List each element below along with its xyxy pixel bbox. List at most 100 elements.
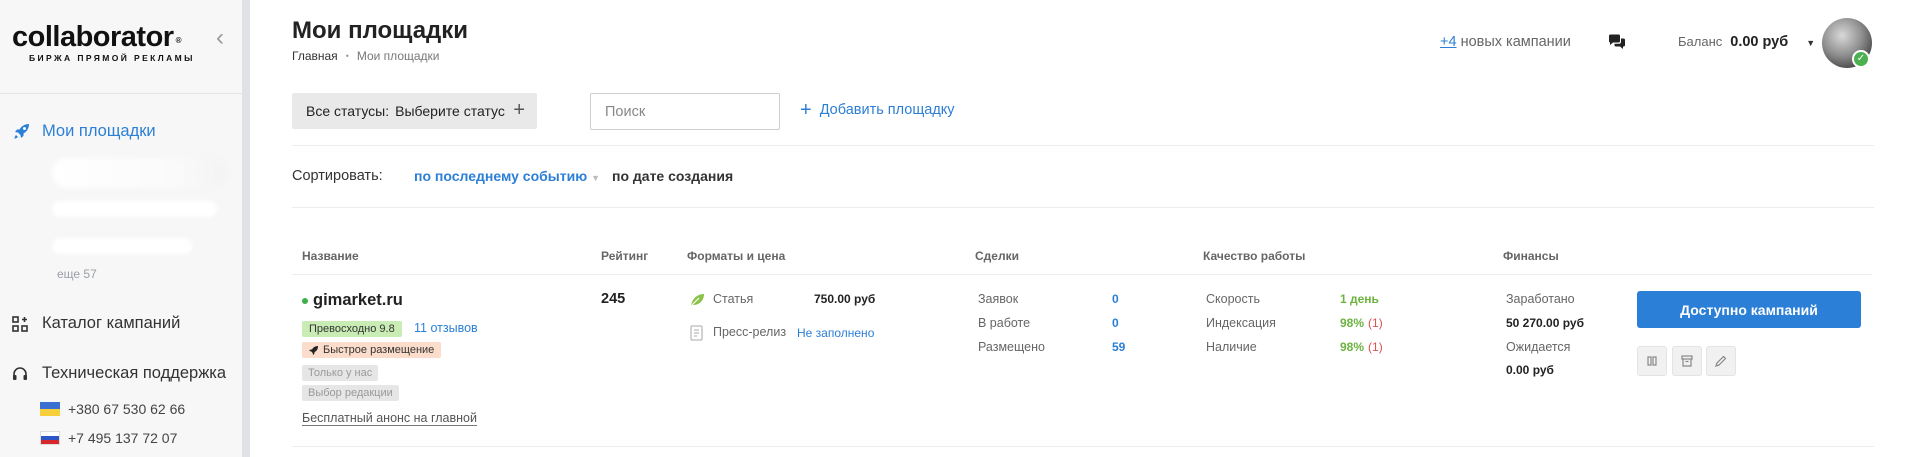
sidebar-item-support[interactable]: Техническая поддержка [12,364,226,383]
headset-icon [13,366,27,380]
logo-wordmark: collaborator [12,21,174,53]
column-header-quality: Качество работы [1203,249,1306,263]
format-label: Пресс-релиз [713,325,787,339]
caret-down-icon: ▼ [1806,38,1816,48]
new-campaigns-count: +4 [1440,34,1457,50]
ukraine-flag-icon [40,402,60,416]
quality-value: 98% (1) [1340,340,1383,354]
logo-registered-mark: ® [175,36,182,45]
sort-label: Сортировать: [292,168,383,184]
deals-value[interactable]: 0 [1112,292,1119,306]
archive-button[interactable] [1672,346,1702,376]
rocket-icon [14,124,29,139]
quality-issue-count[interactable]: (1) [1368,316,1383,330]
site-rating: 245 [601,291,626,307]
sidebar-item-my-sites[interactable]: Мои площадки [12,121,156,141]
more-sites-link[interactable]: еще 57 [57,267,97,281]
fast-placement-badge: Быстрое размещение [302,342,442,358]
format-price-empty[interactable]: Не заполнено [797,326,874,340]
sidebar-item-catalog[interactable]: Каталог кампаний [12,314,180,333]
quality-value-main: 98% [1340,316,1365,330]
available-campaigns-button[interactable]: Доступно кампаний [1637,291,1861,328]
new-campaigns-text: новых кампании [1460,34,1571,50]
logo-tagline: БИРЖА ПРЯМОЙ РЕКЛАМЫ [29,53,195,63]
pencil-icon [1715,355,1727,367]
plus-icon: + [800,99,812,121]
column-header-formats: Форматы и цена [687,249,786,263]
collapse-sidebar-button[interactable]: ‹ [216,26,234,50]
fast-placement-label: Быстрое размещение [323,344,435,356]
quality-label: Индексация [1206,316,1276,330]
chat-icon[interactable] [1608,34,1626,50]
rating-badge: Превосходно 9.8 [302,321,402,337]
add-site-button[interactable]: + Добавить площадку [800,99,955,121]
breadcrumb: Главная • Мои площадки [292,49,440,63]
quality-issue-count[interactable]: (1) [1368,340,1383,354]
sort-option-label: по последнему событию [414,168,588,184]
quality-value-main: 98% [1340,340,1365,354]
plus-icon: + [513,99,525,121]
quality-value: 98% (1) [1340,316,1383,330]
add-site-label: Добавить площадку [819,102,955,118]
format-price: 750.00 руб [814,292,876,306]
status-filter-label: Все статусы: [306,103,390,119]
divider [292,145,1874,146]
blurred-site-item [52,158,227,188]
free-announce-link[interactable]: Бесплатный анонс на главной [302,411,477,426]
blurred-site-item [52,201,217,217]
logo-text: collaborator ® [12,22,195,52]
balance-dropdown[interactable]: Баланс 0.00 руб ▼ [1678,34,1815,50]
finance-pending-label: Ожидается [1506,340,1571,354]
status-dot-icon [302,298,308,304]
editors-choice-badge: Выбор редакции [302,385,399,401]
site-name-link[interactable]: gimarket.ru [313,291,403,310]
phone-number: +380 67 530 62 66 [68,401,186,417]
exclusive-badge: Только у нас [302,365,379,381]
sidebar-item-label: Мои площадки [42,121,156,140]
new-campaigns-link[interactable]: +4 новых кампании [1440,34,1571,50]
reviews-link[interactable]: 11 отзывов [414,321,478,335]
edit-button[interactable] [1706,346,1736,376]
quality-value: 1 день [1340,292,1379,306]
divider [292,207,1874,208]
finance-earned-value: 50 270.00 руб [1506,316,1584,330]
sidebar-divider [0,93,242,94]
divider [292,274,1872,275]
deals-label: Размещено [978,340,1045,354]
balance-value: 0.00 руб [1730,34,1789,50]
sort-by-created-date[interactable]: по дате создания [612,168,733,184]
rocket-icon [309,345,318,355]
app-root: collaborator ® БИРЖА ПРЯМОЙ РЕКЛАМЫ ‹ Мои… [0,0,1906,457]
quality-label: Скорость [1206,292,1260,306]
finance-earned-label: Заработано [1506,292,1575,306]
finance-pending-value: 0.00 руб [1506,363,1554,377]
pause-button[interactable] [1637,346,1667,376]
column-header-name: Название [302,249,359,263]
sort-by-last-event[interactable]: по последнему событию ▼ [414,168,600,184]
deals-label: В работе [978,316,1031,330]
format-label: Статья [713,292,754,306]
logo[interactable]: collaborator ® БИРЖА ПРЯМОЙ РЕКЛАМЫ [12,22,195,70]
phone-ru[interactable]: +7 495 137 72 07 [40,430,177,446]
caret-down-icon: ▼ [591,173,601,183]
deals-value[interactable]: 59 [1112,340,1125,354]
leaf-article-icon [690,294,704,307]
search-input[interactable] [590,93,780,130]
column-header-deals: Сделки [975,249,1019,263]
column-header-rating: Рейтинг [601,249,649,263]
balance-label: Баланс [1678,34,1723,49]
breadcrumb-current: Мои площадки [356,49,440,63]
divider [292,446,1874,447]
deals-value[interactable]: 0 [1112,316,1119,330]
verified-check-icon: ✓ [1852,50,1870,68]
column-header-finance: Финансы [1503,249,1559,263]
pause-icon [1647,356,1657,366]
status-filter-value: Выберите статус [395,103,505,119]
sidebar: collaborator ® БИРЖА ПРЯМОЙ РЕКЛАМЫ ‹ Мои… [0,0,250,457]
breadcrumb-home[interactable]: Главная [292,49,338,63]
phone-ua[interactable]: +380 67 530 62 66 [40,401,185,417]
status-filter[interactable]: Все статусы: Выберите статус + [292,93,537,129]
quality-label: Наличие [1206,340,1257,354]
quality-value-main: 1 день [1340,292,1379,306]
sidebar-item-label: Каталог кампаний [42,314,181,332]
